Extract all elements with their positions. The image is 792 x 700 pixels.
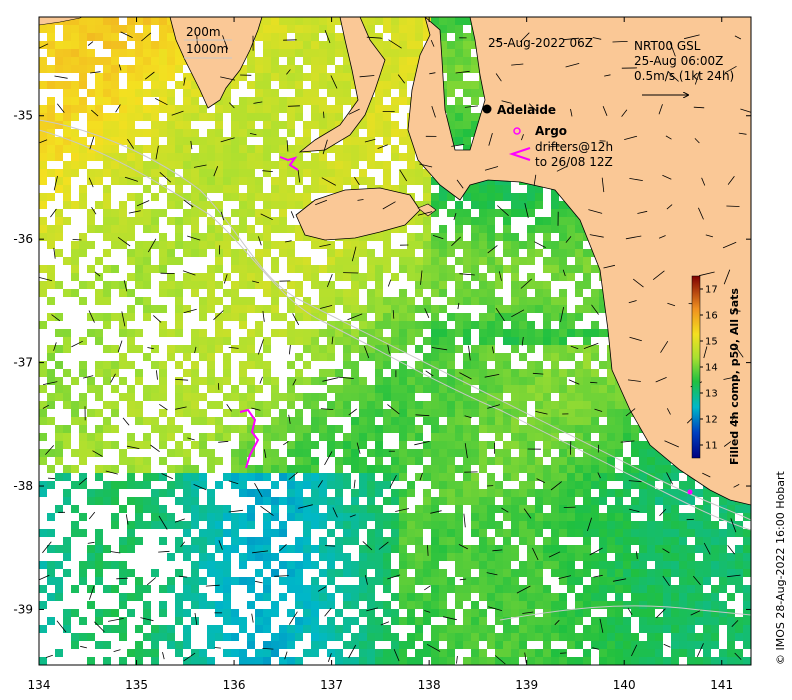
colorbar-tick-label: 12 <box>705 415 718 426</box>
y-tick-label: -37 <box>13 356 33 370</box>
drifter-legend-line-1: drifters@12h <box>535 140 613 154</box>
product-line-1: NRT00 GSL <box>634 39 701 53</box>
product-line-3: 0.5m/s (1kt 24h) <box>634 69 734 83</box>
x-tick-label: 136 <box>223 678 246 692</box>
colorbar-tick-label: 15 <box>705 337 718 348</box>
x-tick-label: 138 <box>418 678 441 692</box>
colorbar-title: Filled 4h comp, p50, All Sats <box>728 288 741 465</box>
colorbar-tick-label: 14 <box>705 363 718 374</box>
depth-label-200m: 200m <box>186 25 221 39</box>
sst-field <box>39 17 751 665</box>
y-tick-label: -39 <box>13 602 33 616</box>
x-tick-label: 135 <box>125 678 148 692</box>
city-dot-icon <box>482 104 492 114</box>
drifter-legend-line-2: to 26/08 12Z <box>535 155 613 169</box>
depth-label-1000m: 1000m <box>186 42 228 56</box>
sst-map: 134 135 136 137 138 139 140 141 -35 -36 -37 -38 -39… <box>13 16 787 692</box>
x-tick-label: 141 <box>710 678 733 692</box>
x-tick-label: 139 <box>515 678 538 692</box>
colorbar-tick-label: 11 <box>705 441 718 452</box>
argo-legend-label: Argo <box>535 124 567 138</box>
city-label: Adelaide <box>497 103 556 117</box>
colorbar-tick-label: 16 <box>705 311 718 322</box>
x-tick-label: 140 <box>613 678 636 692</box>
argo-float-1 <box>687 489 693 495</box>
credit-text: © IMOS 28-Aug-2022 16:00 Hobart <box>774 471 787 665</box>
colorbar-tick-label: 17 <box>705 285 718 296</box>
map-timestamp: 25-Aug-2022 06Z <box>488 36 593 50</box>
colorbar-tick-label: 13 <box>705 389 718 400</box>
x-tick-label: 134 <box>28 678 51 692</box>
y-tick-label: -35 <box>13 109 33 123</box>
x-tick-label: 137 <box>320 678 343 692</box>
colorbar-gradient <box>691 275 701 459</box>
y-tick-label: -38 <box>13 479 33 493</box>
y-tick-label: -36 <box>13 232 33 246</box>
product-line-2: 25-Aug 06:00Z <box>634 54 723 68</box>
